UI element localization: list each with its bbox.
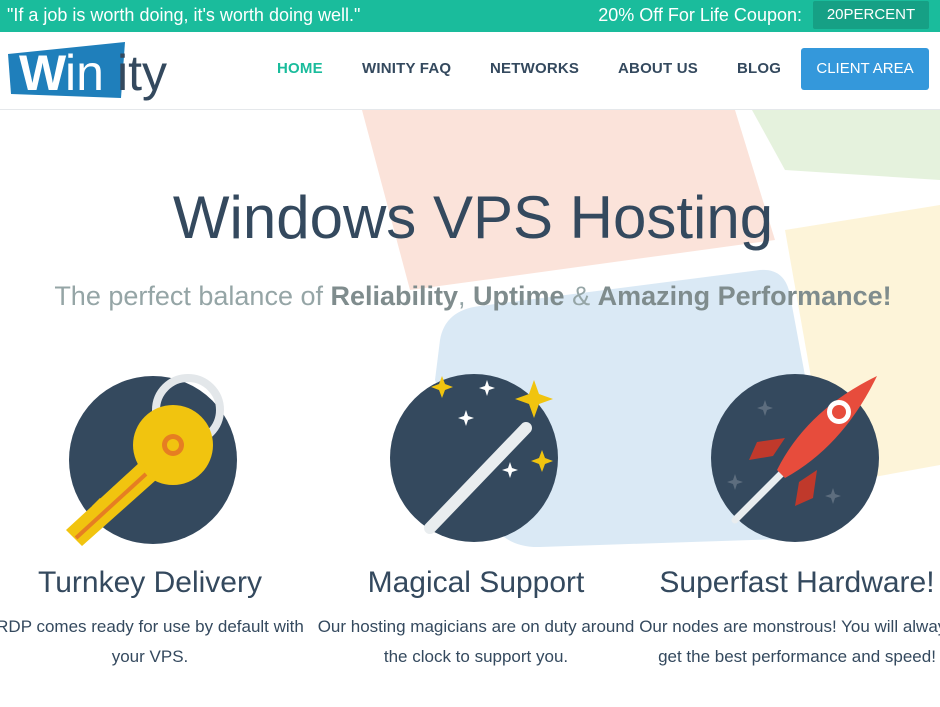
svg-text:in: in bbox=[65, 45, 104, 101]
feature-superfast-hardware: Superfast Hardware! Our nodes are monstr… bbox=[637, 370, 940, 672]
rocket-icon bbox=[711, 374, 879, 542]
client-area-button[interactable]: CLIENT AREA bbox=[801, 48, 929, 90]
subtitle-end: ! bbox=[882, 281, 892, 311]
coupon-label: 20% Off For Life Coupon: bbox=[598, 5, 802, 25]
feature-description: RDP comes ready for use by default with … bbox=[0, 617, 304, 666]
nav-winity-faq[interactable]: WINITY FAQ bbox=[362, 60, 451, 77]
feature-turnkey-delivery: Turnkey Delivery RDP comes ready for use… bbox=[0, 370, 310, 672]
feature-magical-support: Magical Support Our hosting magicians ar… bbox=[316, 370, 636, 672]
nav-blog[interactable]: BLOG bbox=[737, 60, 781, 77]
nav-networks[interactable]: NETWORKS bbox=[490, 60, 579, 77]
subtitle-uptime: Uptime bbox=[473, 281, 565, 311]
svg-text:W: W bbox=[19, 45, 67, 101]
nav-about-us[interactable]: ABOUT US bbox=[618, 60, 698, 77]
hero-subtitle: The perfect balance of Reliability, Upti… bbox=[0, 281, 940, 312]
svg-text:ity: ity bbox=[117, 45, 167, 101]
subtitle-performance: Amazing Performance bbox=[597, 281, 883, 311]
subtitle-prefix: The perfect balance of bbox=[54, 281, 331, 311]
hero-title: Windows VPS Hosting bbox=[172, 184, 774, 251]
coupon-code[interactable]: 20PERCENT bbox=[813, 1, 929, 29]
nav-home[interactable]: HOME bbox=[277, 60, 323, 77]
quote-text: "If a job is worth doing, it's worth doi… bbox=[7, 5, 361, 25]
key-icon bbox=[66, 374, 237, 546]
feature-description: Our nodes are monstrous! You will always… bbox=[639, 617, 940, 666]
subtitle-separator: & bbox=[564, 281, 598, 311]
feature-description: Our hosting magicians are on duty around… bbox=[317, 617, 635, 666]
feature-title: Magical Support bbox=[367, 566, 585, 599]
magic-wand-icon bbox=[390, 374, 558, 542]
subtitle-separator: , bbox=[458, 281, 474, 311]
feature-title: Turnkey Delivery bbox=[38, 566, 262, 599]
winity-logo[interactable]: W in ity bbox=[5, 42, 190, 104]
promo-bar: "If a job is worth doing, it's worth doi… bbox=[0, 0, 940, 32]
site-header: W in ity HOME WINITY FAQ NETWORKS ABOUT … bbox=[0, 32, 940, 110]
subtitle-reliability: Reliability bbox=[330, 281, 459, 311]
feature-title: Superfast Hardware! bbox=[659, 566, 935, 599]
